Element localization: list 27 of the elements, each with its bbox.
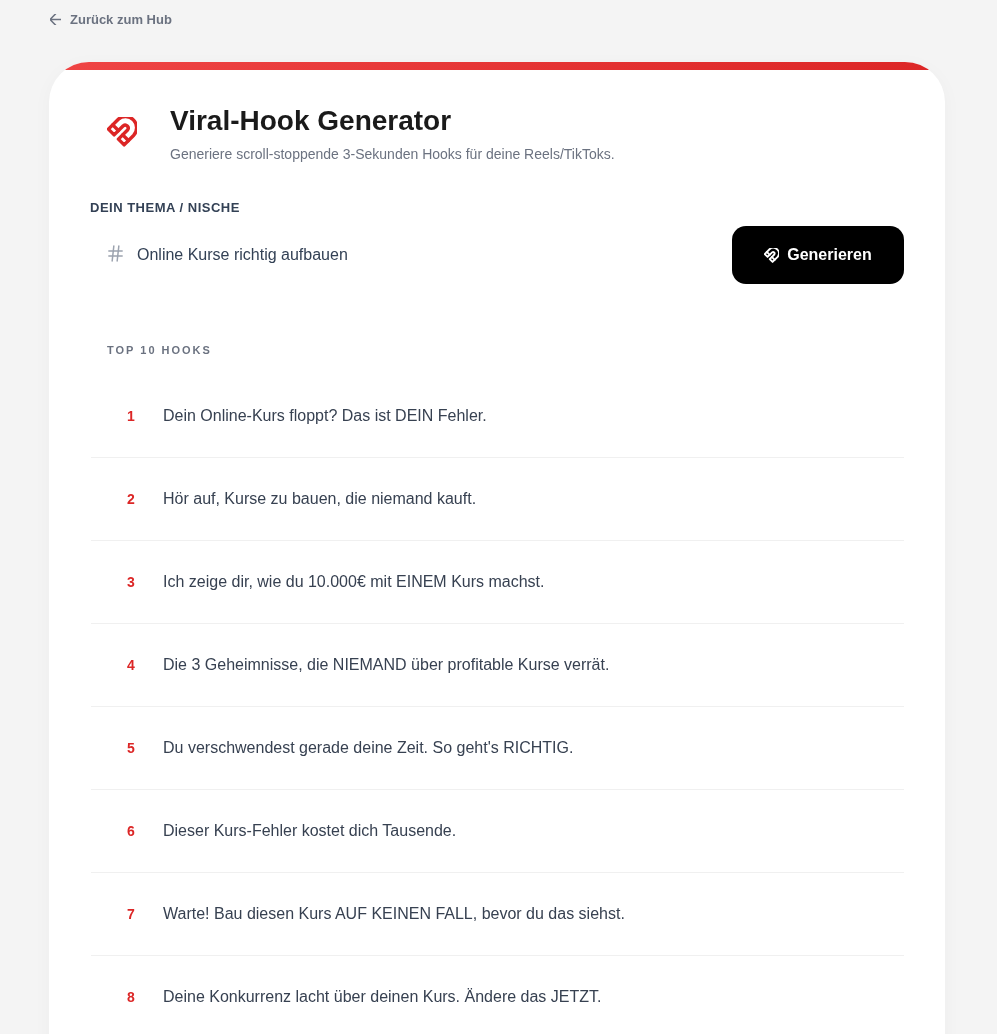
hook-number: 5 [126,740,136,756]
hook-number: 6 [126,823,136,839]
hook-text: Warte! Bau diesen Kurs AUF KEINEN FALL, bevor du das siehst. [163,904,625,924]
hook-number: 1 [126,408,136,424]
hook-number: 2 [126,491,136,507]
hook-text: Du verschwendest gerade deine Zeit. So geht's RICHTIG. [163,738,574,758]
hook-number: 3 [126,574,136,590]
page-title: Viral-Hook Generator [170,104,453,138]
topic-input-field[interactable]: Online Kurse richtig aufbauen [137,235,716,275]
hook-number: 8 [126,989,136,1005]
hook-number: 4 [126,657,136,673]
hook-text: Hör auf, Kurse zu bauen, die niemand kauft. [163,489,477,509]
hook-text: Deine Konkurrenz lacht über deinen Kurs. Ändere das JETZT. [163,987,602,1007]
hook-text: Dieser Kurs-Fehler kostet dich Tausende. [163,821,457,841]
generate-button[interactable]: Generieren [732,226,904,284]
hook-text: Ich zeige dir, wie du 10.000€ mit EINEM Kurs machst. [163,572,545,592]
topic-label: DEIN THEMA / NISCHE [90,200,240,216]
magnet-icon [107,117,137,147]
hook-text: Die 3 Geheimnisse, die NIEMAND über profitable Kurse verrät. [163,655,610,675]
hook-text: Dein Online-Kurs floppt? Das ist DEIN Fehler. [163,406,487,426]
page-subtitle: Generiere scroll-stoppende 3-Sekunden Hooks für deine Reels/TikToks. [170,145,615,164]
hooks-heading: TOP 10 HOOKS [107,343,212,358]
arrow-left-icon [50,13,61,25]
back-link[interactable]: Zurück zum Hub [50,10,172,28]
magnet-icon [764,247,780,263]
hook-number: 7 [126,906,136,922]
hash-icon [108,244,123,262]
